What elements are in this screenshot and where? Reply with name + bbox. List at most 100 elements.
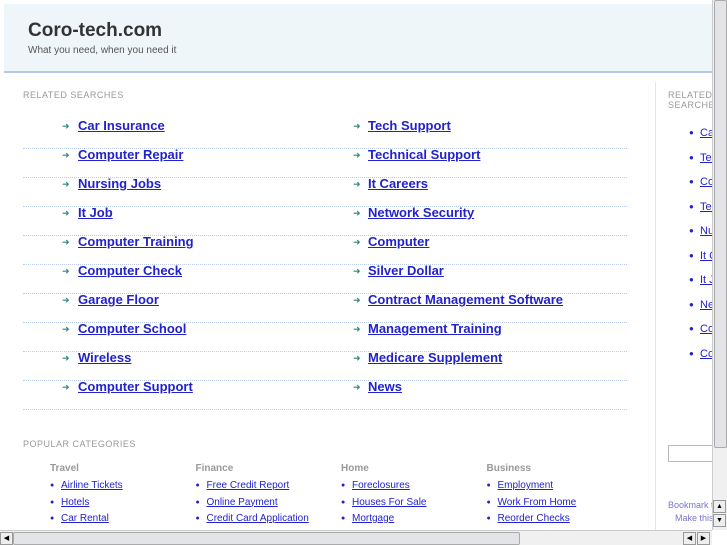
bullet-icon: ● [689, 152, 694, 162]
related-link[interactable]: Contract Management Software [368, 292, 563, 307]
category-link[interactable]: Car Rental [61, 513, 109, 524]
category-link[interactable]: Reorder Checks [498, 513, 570, 524]
related-link[interactable]: It Careers [368, 176, 428, 191]
bullet-icon: ● [689, 250, 694, 260]
arrow-icon: ➜ [62, 179, 70, 189]
related-row: ➜ Nursing Jobs ➜ It Careers [23, 176, 627, 207]
sidebar-link[interactable]: Nursing Jobs [700, 225, 712, 237]
arrow-icon: ➜ [353, 353, 361, 363]
arrow-icon: ➜ [62, 353, 70, 363]
category-link[interactable]: Foreclosures [352, 480, 410, 491]
scroll-right-button[interactable]: ▶ [697, 532, 710, 545]
related-link[interactable]: Computer [368, 234, 429, 249]
arrow-icon: ➜ [353, 295, 361, 305]
right-sidebar: RELATED SEARCHES ● Car Insurance ● Tech Sup… [668, 80, 712, 530]
bullet-icon: ● [689, 177, 694, 186]
bullet-icon: ● [486, 515, 491, 522]
category-link[interactable]: Credit Card Application [207, 513, 309, 524]
category-link[interactable]: Hotels [61, 497, 89, 508]
bullet-icon: ● [689, 348, 694, 358]
vertical-scrollbar[interactable]: ▲ ▼ [712, 0, 727, 530]
horizontal-scroll-thumb[interactable] [13, 532, 520, 545]
related-link[interactable]: Computer Training [78, 234, 194, 249]
arrow-icon: ➜ [62, 324, 70, 334]
related-link[interactable]: Computer Support [78, 379, 193, 394]
sidebar-link[interactable]: Technical Support [700, 201, 712, 213]
vertical-scroll-thumb[interactable] [714, 0, 727, 448]
related-link[interactable]: Wireless [78, 350, 131, 365]
sidebar-link[interactable]: Car Insurance [700, 127, 712, 139]
bullet-icon: ● [689, 201, 694, 211]
arrow-icon: ➜ [353, 382, 361, 392]
homepage-link[interactable]: Make this your homepage [675, 513, 712, 523]
bookmark-link[interactable]: Bookmark this page [668, 500, 712, 510]
related-link[interactable]: Computer School [78, 321, 186, 336]
bullet-icon: ● [341, 515, 346, 522]
bullet-icon: ● [486, 482, 491, 489]
related-link[interactable]: Tech Support [368, 118, 451, 133]
arrow-icon: ➜ [353, 121, 361, 131]
bullet-icon: ● [689, 324, 694, 333]
sidebar-link[interactable]: Tech Support [700, 152, 712, 164]
scroll-left-button-end[interactable]: ◀ [683, 532, 696, 545]
popular-categories-heading: POPULAR CATEGORIES [23, 439, 136, 449]
bullet-icon: ● [689, 128, 694, 137]
bullet-icon: ● [195, 515, 200, 522]
sidebar-link[interactable]: It Careers [700, 250, 712, 262]
sidebar-link[interactable]: Computer Training [700, 323, 712, 335]
related-row: ➜ It Job ➜ Network Security [23, 205, 627, 236]
related-link[interactable]: Silver Dollar [368, 263, 444, 278]
category-link[interactable]: Houses For Sale [352, 497, 426, 508]
sidebar-link[interactable]: Computer Repair [700, 176, 712, 188]
related-link[interactable]: Technical Support [368, 147, 480, 162]
tagline: What you need, when you need it [28, 45, 177, 56]
related-row: ➜ Computer Repair ➜ Technical Support [23, 147, 627, 178]
related-link[interactable]: Management Training [368, 321, 502, 336]
related-row: ➜ Garage Floor ➜ Contract Management Softwa… [23, 292, 627, 323]
related-row: ➜ Computer Check ➜ Silver Dollar [23, 263, 627, 294]
arrow-icon: ➜ [62, 237, 70, 247]
arrow-icon: ➜ [62, 121, 70, 131]
bullet-icon: ● [486, 498, 491, 506]
related-link[interactable]: Medicare Supplement [368, 350, 502, 365]
header: Coro-tech.com What you need, when you ne… [4, 4, 712, 73]
related-link[interactable]: Network Security [368, 205, 474, 220]
related-link[interactable]: News [368, 379, 402, 394]
category-link[interactable]: Airline Tickets [61, 480, 123, 491]
category-link[interactable]: Free Credit Report [207, 480, 290, 491]
category-link[interactable]: Mortgage [352, 513, 394, 524]
related-link[interactable]: Garage Floor [78, 292, 159, 307]
category-link[interactable]: Work From Home [498, 497, 577, 508]
category-link[interactable]: Online Payment [207, 497, 278, 508]
related-row: ➜ Car Insurance ➜ Tech Support [23, 118, 627, 149]
bullet-icon: ● [195, 482, 200, 489]
horizontal-scrollbar[interactable]: ◀ ◀ ▶ [0, 530, 712, 545]
arrow-icon: ➜ [353, 237, 361, 247]
related-link[interactable]: It Job [78, 205, 113, 220]
arrow-icon: ➜ [62, 382, 70, 392]
category-title: Home [341, 463, 369, 474]
sidebar-heading: RELATED SEARCHES [668, 90, 712, 110]
related-link[interactable]: Computer Check [78, 263, 182, 278]
arrow-icon: ➜ [353, 150, 361, 160]
arrow-icon: ➜ [353, 208, 361, 218]
scroll-up-button[interactable]: ▲ [713, 500, 726, 513]
bullet-icon: ● [689, 299, 694, 309]
related-row: ➜ Computer Training ➜ Computer [23, 234, 627, 265]
sidebar-link[interactable]: Computer [700, 348, 712, 360]
arrow-icon: ➜ [62, 266, 70, 276]
scroll-left-button[interactable]: ◀ [0, 532, 13, 545]
category-title: Business [486, 463, 531, 474]
scroll-down-button[interactable]: ▼ [713, 514, 726, 527]
arrow-icon: ➜ [62, 150, 70, 160]
sidebar-link[interactable]: It Job [700, 274, 712, 286]
sidebar-link[interactable]: Network Security [700, 299, 712, 311]
category-title: Finance [195, 463, 234, 474]
related-link[interactable]: Computer Repair [78, 147, 183, 162]
related-link[interactable]: Nursing Jobs [78, 176, 161, 191]
related-searches-heading: RELATED SEARCHES [23, 90, 124, 100]
search-input[interactable] [668, 445, 712, 462]
category-link[interactable]: Employment [498, 480, 554, 491]
bullet-icon: ● [195, 498, 200, 506]
related-link[interactable]: Car Insurance [78, 118, 165, 133]
